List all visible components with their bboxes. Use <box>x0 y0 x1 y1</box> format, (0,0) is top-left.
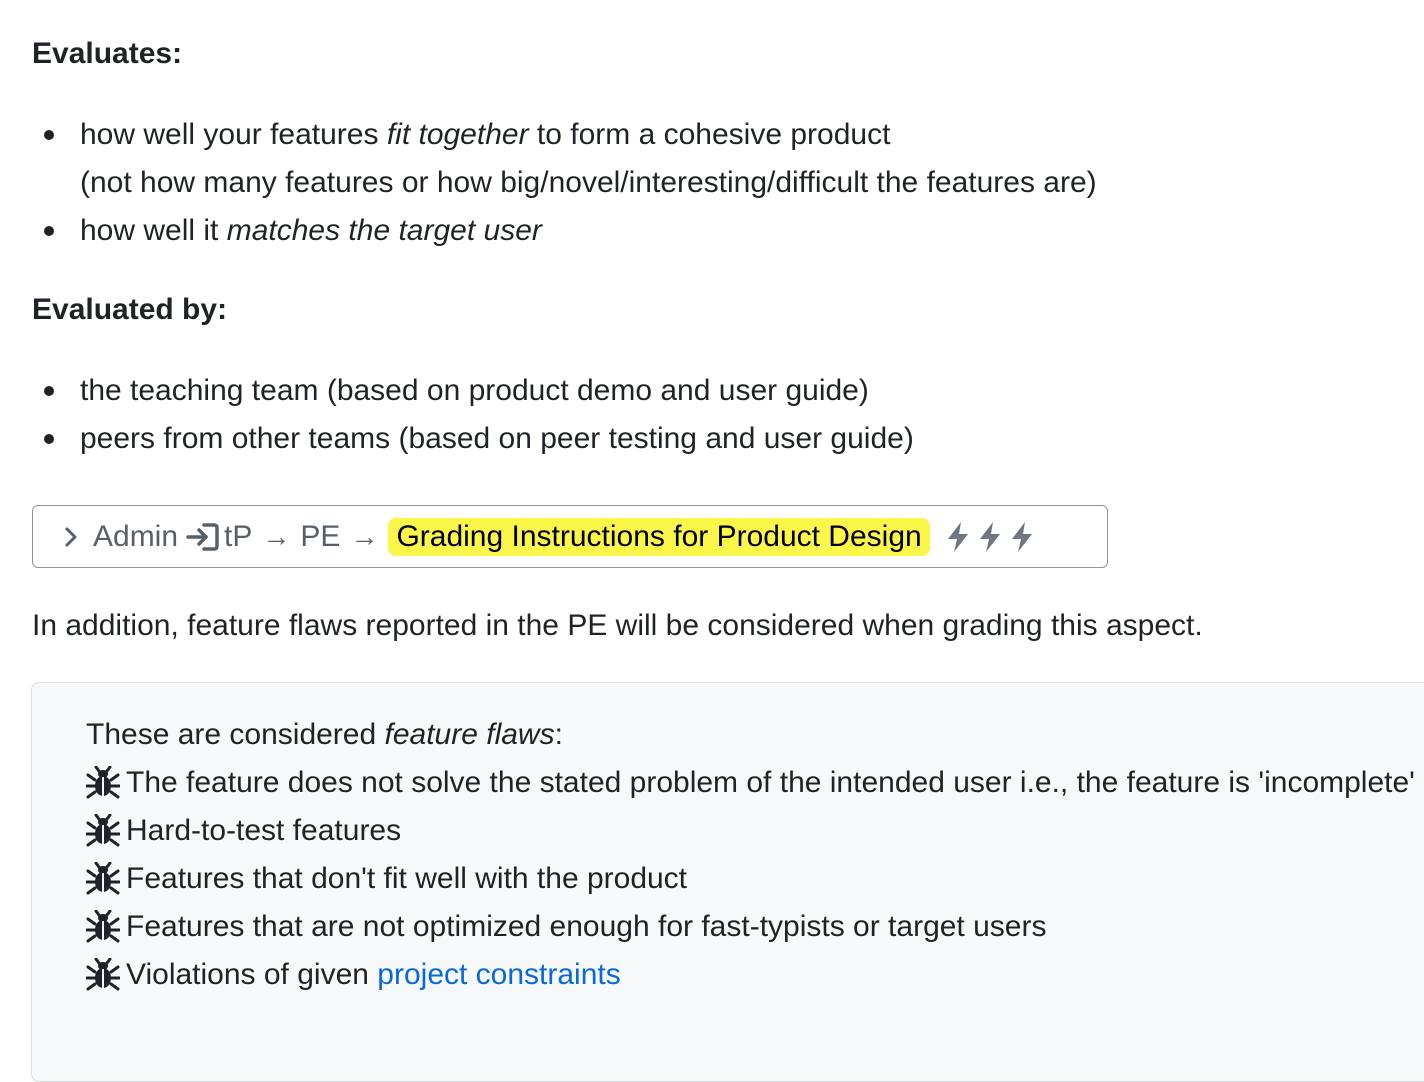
bullet-dot <box>44 226 54 236</box>
arrow-right-icon: → <box>262 520 291 552</box>
bug-icon <box>86 766 120 800</box>
list-item: Features that don't fit well with the pr… <box>86 855 1415 903</box>
bullet-dot <box>44 386 54 396</box>
project-constraints-link[interactable]: project constraints <box>377 951 620 999</box>
importance-indicator <box>942 520 1038 554</box>
feature-flaws-box: These are considered feature flaws: The … <box>31 682 1424 1082</box>
breadcrumb-pe[interactable]: PE <box>300 520 340 554</box>
bullet-dot <box>44 130 54 140</box>
feature-flaws-content: These are considered feature flaws: The … <box>86 711 1415 999</box>
list-item: Hard-to-test features <box>86 807 1415 855</box>
bug-icon <box>86 958 120 992</box>
feature-flaws-note: In addition, feature flaws reported in t… <box>32 609 1203 642</box>
bolt-icon <box>1011 521 1032 552</box>
list-item: Violations of given project constraints <box>86 951 1415 999</box>
bolt-icon <box>979 521 1000 552</box>
feature-flaws-intro: These are considered feature flaws: <box>86 718 563 751</box>
sign-in-icon <box>186 522 220 552</box>
evaluated-by-list: the teaching team (based on product demo… <box>32 367 1412 463</box>
bolt-icon <box>947 521 968 552</box>
arrow-right-icon: → <box>350 520 379 552</box>
breadcrumb[interactable]: Admin tP → PE → Grading Instructions for… <box>32 505 1108 568</box>
evaluated-by-heading: Evaluated by: <box>32 293 228 326</box>
breadcrumb-current[interactable]: Grading Instructions for Product Design <box>388 517 930 556</box>
list-item: the teaching team (based on product demo… <box>32 367 1412 415</box>
evaluates-heading: Evaluates: <box>32 37 183 70</box>
list-item: how well your features fit together to f… <box>32 111 1412 207</box>
breadcrumb-tp[interactable]: tP <box>224 520 252 554</box>
chevron-right-icon[interactable] <box>63 526 79 548</box>
bullet-dot <box>44 434 54 444</box>
breadcrumb-admin[interactable]: Admin <box>93 520 178 554</box>
bug-icon <box>86 862 120 896</box>
evaluates-list: how well your features fit together to f… <box>32 111 1412 255</box>
bug-icon <box>86 910 120 944</box>
bug-icon <box>86 814 120 848</box>
list-item: Features that are not optimized enough f… <box>86 903 1415 951</box>
list-item: how well it matches the target user <box>32 207 1412 255</box>
list-item: The feature does not solve the stated pr… <box>86 759 1415 807</box>
list-item: peers from other teams (based on peer te… <box>32 415 1412 463</box>
